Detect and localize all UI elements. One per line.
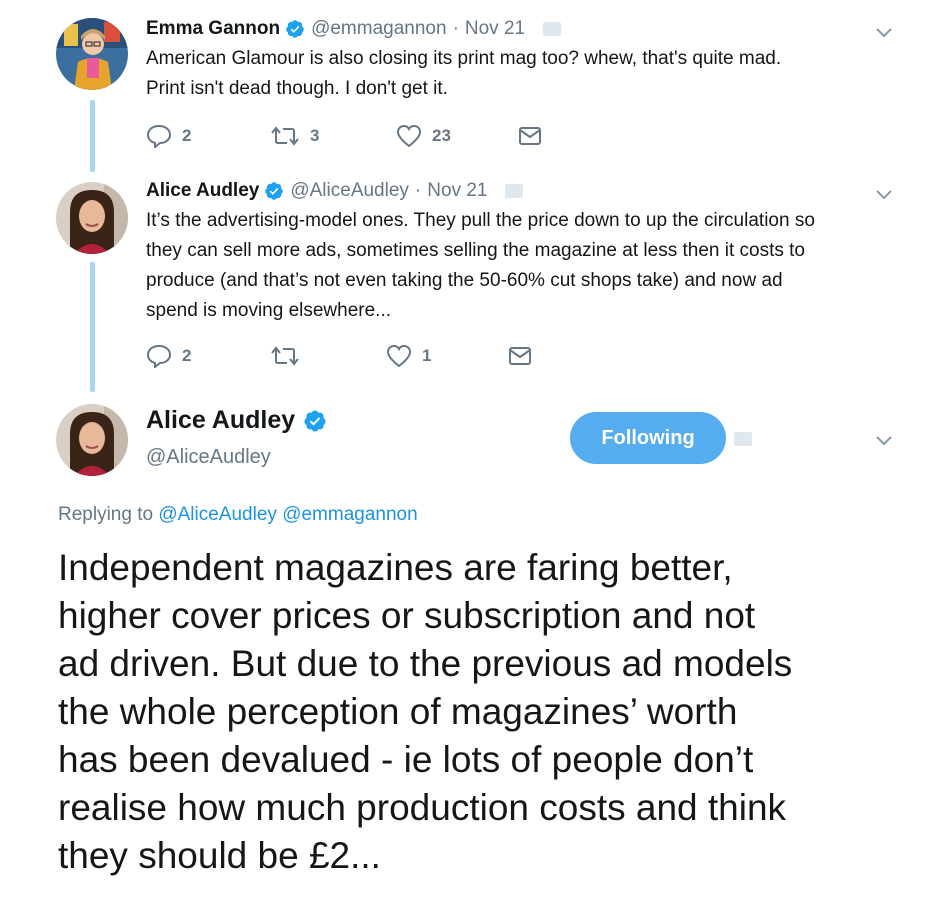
tweet-header: Alice Audley @AliceAudley · Nov 21 <box>146 180 524 202</box>
author-name[interactable]: Alice Audley <box>146 406 295 435</box>
translate-icon <box>543 22 562 36</box>
direct-message-button[interactable] <box>508 346 532 366</box>
tweet-text-line: Print isn't dead though. I don't get it. <box>146 78 448 99</box>
tweet-thread: Emma Gannon @emmagannon · Nov 21 America… <box>0 0 940 900</box>
tweet-text-line: Independent magazines are faring better, <box>58 547 733 588</box>
retweet-button[interactable] <box>270 345 386 367</box>
like-button[interactable]: 1 <box>386 344 508 368</box>
reply-button[interactable]: 2 <box>146 124 270 148</box>
chevron-down-icon[interactable] <box>874 22 894 42</box>
replying-to-link[interactable]: @emmagannon <box>282 504 417 525</box>
tweet-text-line: It’s the advertising-model ones. They pu… <box>146 210 815 231</box>
verified-badge-icon <box>304 410 326 431</box>
like-count: 1 <box>422 346 432 365</box>
tweet-text-line: they can sell more ads, sometimes sellin… <box>146 240 805 261</box>
main-tweet-text: Independent magazines are faring better,… <box>58 544 918 880</box>
author-name[interactable]: Emma Gannon <box>146 18 280 40</box>
reply-icon <box>146 344 172 368</box>
replying-to-prefix: Replying to <box>58 504 154 525</box>
retweet-button[interactable]: 3 <box>270 125 396 147</box>
like-icon <box>396 124 422 148</box>
separator-dot: · <box>452 18 459 39</box>
like-count: 23 <box>432 126 451 145</box>
tweet-text-line: spend is moving elsewhere... <box>146 300 392 321</box>
tweet-timestamp[interactable]: Nov 21 <box>427 180 487 202</box>
author-name[interactable]: Alice Audley <box>146 180 259 202</box>
reply-button[interactable]: 2 <box>146 344 270 368</box>
like-button[interactable]: 23 <box>396 124 518 148</box>
tweet-text-line: higher cover prices or subscription and … <box>58 595 756 636</box>
translate-icon <box>734 432 752 446</box>
main-author-name-row: Alice Audley <box>146 406 327 435</box>
tweet-text: It’s the advertising-model ones. They pu… <box>146 206 906 326</box>
avatar-emma-gannon[interactable] <box>56 18 128 90</box>
tweet-text-line: American Glamour is also closing its pri… <box>146 48 782 69</box>
author-handle[interactable]: @emmagannon <box>311 18 446 40</box>
direct-message-button[interactable] <box>518 126 542 146</box>
tweet-actions: 2 3 23 <box>146 124 542 148</box>
reply-count: 2 <box>182 346 192 365</box>
tweet-text-line: ad driven. But due to the previous ad mo… <box>58 643 793 684</box>
following-button[interactable]: Following <box>570 412 726 464</box>
chevron-down-icon[interactable] <box>874 430 894 450</box>
thread-connector-line <box>90 262 95 392</box>
separator-dot: · <box>414 180 422 201</box>
retweet-icon <box>271 126 299 146</box>
direct-message-icon <box>519 127 541 145</box>
tweet-text: American Glamour is also closing its pri… <box>146 44 906 104</box>
author-handle[interactable]: @AliceAudley <box>146 446 271 469</box>
tweet-text-line: produce (and that’s not even taking the … <box>146 270 783 291</box>
direct-message-icon <box>509 347 531 365</box>
verified-badge-icon <box>286 20 304 38</box>
retweet-icon <box>271 346 299 366</box>
translate-icon <box>505 184 524 198</box>
author-handle[interactable]: @AliceAudley <box>290 180 409 202</box>
thread-connector-line <box>90 100 95 172</box>
verified-badge-icon <box>265 182 284 200</box>
reply-count: 2 <box>182 126 192 145</box>
tweet-timestamp[interactable]: Nov 21 <box>465 18 525 40</box>
tweet-text-line: they should be £2... <box>58 835 381 876</box>
replying-to: Replying to @AliceAudley @emmagannon <box>58 504 418 526</box>
avatar-alice-audley[interactable] <box>56 182 128 254</box>
chevron-down-icon[interactable] <box>874 184 894 204</box>
like-icon <box>386 344 412 368</box>
tweet-text-line: has been devalued - ie lots of people do… <box>58 739 754 780</box>
tweet-header: Emma Gannon @emmagannon · Nov 21 <box>146 18 562 40</box>
avatar-alice-audley-main[interactable] <box>56 404 128 476</box>
tweet-text-line: realise how much production costs and th… <box>58 787 787 828</box>
tweet-actions: 2 1 <box>146 344 532 368</box>
reply-icon <box>146 124 172 148</box>
tweet-text-line: the whole perception of magazines’ worth <box>58 691 738 732</box>
retweet-count: 3 <box>310 126 320 145</box>
replying-to-link[interactable]: @AliceAudley <box>158 504 277 525</box>
